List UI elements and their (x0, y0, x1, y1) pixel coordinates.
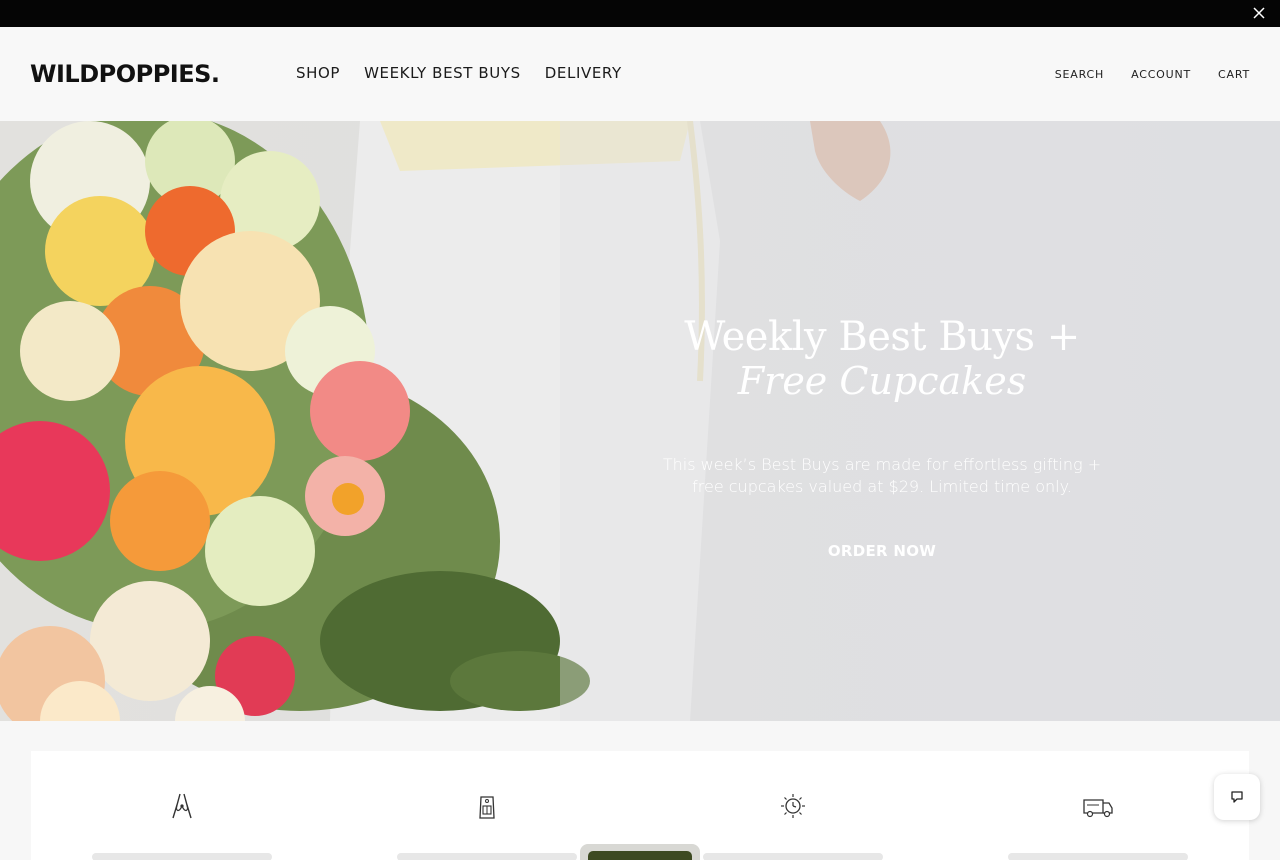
feature-item (92, 791, 272, 860)
announcement-bar (0, 0, 1280, 27)
nav-item-weekly-best-buys[interactable]: WEEKLY BEST BUYS (364, 64, 521, 82)
feature-item (703, 791, 883, 860)
order-now-button[interactable]: ORDER NOW (828, 542, 936, 560)
feature-label-placeholder (397, 853, 577, 860)
main-nav: SHOP WEEKLY BEST BUYS DELIVERY (296, 64, 622, 82)
feature-item (397, 791, 577, 860)
feature-label-placeholder (703, 853, 883, 860)
nav-item-shop[interactable]: SHOP (296, 64, 340, 82)
hero-subtitle: This week’s Best Buys are made for effor… (640, 454, 1124, 498)
close-icon[interactable] (1252, 6, 1266, 20)
account-link[interactable]: ACCOUNT (1131, 68, 1191, 81)
hero-subtitle-line1: This week’s Best Buys are made for effor… (662, 455, 1102, 474)
site-header: WILDPOPPIES. SHOP WEEKLY BEST BUYS DELIV… (0, 27, 1280, 121)
feature-item (1008, 791, 1188, 860)
hero-content: Weekly Best Buys + Free Cupcakes This we… (640, 314, 1124, 560)
hero-banner: Weekly Best Buys + Free Cupcakes This we… (0, 121, 1280, 721)
delivery-van-icon (1083, 799, 1113, 818)
chat-button[interactable] (1214, 774, 1260, 820)
search-link[interactable]: SEARCH (1055, 68, 1104, 81)
sun-clock-icon (781, 794, 805, 818)
chat-bubble-icon (1231, 791, 1243, 803)
promo-popup-tab[interactable] (580, 844, 700, 860)
utility-nav: SEARCH ACCOUNT CART (1055, 68, 1250, 81)
promo-popup-tab-inner (588, 851, 692, 860)
hero-title: Weekly Best Buys + (684, 314, 1080, 360)
secateurs-icon (172, 793, 192, 819)
cart-link[interactable]: CART (1218, 68, 1250, 81)
feature-label-placeholder (1008, 853, 1188, 860)
gift-tag-icon (479, 796, 495, 819)
feature-label-placeholder (92, 853, 272, 860)
hero-title-italic: Free Cupcakes (737, 359, 1027, 403)
nav-item-delivery[interactable]: DELIVERY (545, 64, 622, 82)
brand-logo[interactable]: WILDPOPPIES. (30, 60, 220, 88)
hero-subtitle-line2: free cupcakes valued at $29. Limited tim… (692, 477, 1072, 496)
